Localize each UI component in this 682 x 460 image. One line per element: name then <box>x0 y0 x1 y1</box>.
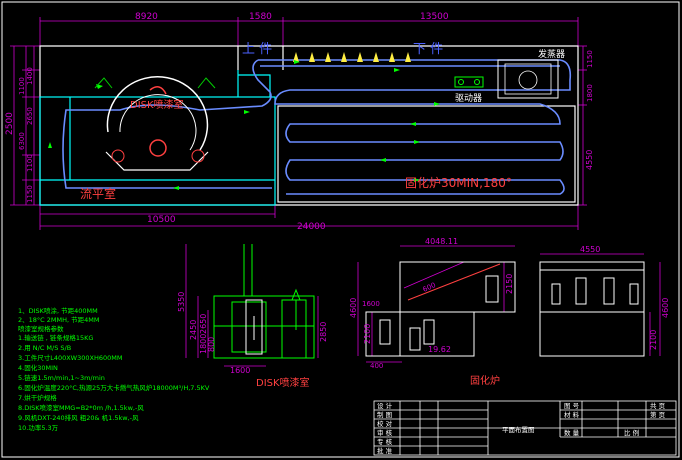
disk-booth: DISK喷漆室 <box>105 76 209 171</box>
note-7: 5.链速1.5m/min,1~3m/min <box>18 373 105 382</box>
dim-right-b: 1800 <box>586 84 594 102</box>
note-4: 2.用 N/C M/S S/B <box>18 344 71 352</box>
note-2: 喷漆室规格参数 <box>18 324 64 333</box>
tb-drawing-name: 平面布置图 <box>502 425 535 434</box>
dim-bottom-left: 10500 <box>147 215 176 225</box>
tb-right-0: 图 号 <box>564 402 580 410</box>
disk-dim-1: 2450 <box>189 320 198 340</box>
label-leveling-room: 流平室 <box>80 186 116 201</box>
oven-section: 4048.11 2150 4600 2100 1600 600 19.62 40… <box>349 237 516 387</box>
disk-dim-6: 2850 <box>319 322 328 342</box>
tb-right-1: 材 料 <box>564 410 580 419</box>
label-unloading: 下 件 <box>413 42 443 57</box>
tb-row-2: 校 对 <box>377 419 393 428</box>
tb-far-0: 共 页 <box>650 401 666 410</box>
oven-end-section: 4550 4600 2100 <box>539 245 670 357</box>
plan-view: 8920 1580 13500 10500 24000 2500 6300 14… <box>5 12 594 232</box>
title-block: 设 计 制 图 校 对 审 核 专 核 批 准 平面布置图 图 号 材 料 数 … <box>373 400 677 456</box>
note-8: 6.固化炉温度220°C,热源25万大卡燃气热风炉18000M³/H,7.5KV <box>18 383 210 392</box>
oven-dim-base: 400 <box>370 362 383 370</box>
note-6: 4.固化30MIN <box>18 363 58 372</box>
end-dim-width: 4550 <box>580 245 600 254</box>
tb-row-3: 审 核 <box>377 428 393 437</box>
tb-right-2: 数 量 <box>564 428 580 437</box>
dim-left-d: 1100 <box>26 154 34 172</box>
note-11: 9.风机DXT-240排风 粗20& 机1.5kw,-风 <box>18 413 139 422</box>
tb-far-2: 比 例 <box>624 428 639 437</box>
disk-dim-5: 1800 <box>199 334 208 354</box>
oven-section-title: 固化炉 <box>470 374 500 387</box>
cad-drawing: 8920 1580 13500 10500 24000 2500 6300 14… <box>1 1 680 458</box>
booth-walls <box>39 70 276 206</box>
note-3: 1.输送链 , 链条规格15KG <box>18 333 93 342</box>
dim-right-a: 1150 <box>586 50 594 68</box>
dim-left-f: 1100 <box>18 77 26 95</box>
note-10: 8.DISK喷漆室MMG=B2*0m /h,1.5kw,-风 <box>18 403 144 412</box>
dim-left-e: 1150 <box>26 185 34 203</box>
note-12: 10.功率5.3万 <box>18 423 59 432</box>
tb-far-1: 第 页 <box>650 410 666 419</box>
end-dim-h: 4600 <box>661 298 670 318</box>
label-disk-booth: DISK喷漆室 <box>130 98 184 111</box>
dim-top-mid: 1580 <box>249 12 272 22</box>
oven-dim-h-left: 4600 <box>349 298 358 318</box>
label-driver: 驱动器 <box>455 93 482 104</box>
dim-left-g: 2650 <box>26 107 34 125</box>
disk-section-title: DISK喷漆室 <box>256 376 310 389</box>
notes-block: 1、DISK喷涂, 节距400MM 2、18°C 2MMH, 节距4MM 喷漆室… <box>18 306 210 432</box>
disk-booth-section: 5350 2450 2650 800 1800 2850 1600 DISK喷漆… <box>177 244 328 389</box>
note-5: 3.工件尺寸L400XW300XH600MM <box>18 353 122 362</box>
dim-right-c: 4550 <box>585 150 594 170</box>
dim-bottom-total: 24000 <box>297 222 326 232</box>
label-oven: 固化炉30MIN,180° <box>405 176 512 190</box>
dim-left-c: 1400 <box>26 67 34 85</box>
tb-row-0: 设 计 <box>377 401 393 410</box>
disk-dim-2: 2650 <box>199 314 208 334</box>
disk-dim-4: 800 <box>207 337 216 352</box>
oven-dim-h-a: 1600 <box>362 300 380 308</box>
tb-row-1: 制 图 <box>377 410 392 419</box>
tb-row-5: 批 准 <box>377 446 393 455</box>
note-0: 1、DISK喷涂, 节距400MM <box>18 306 98 315</box>
oven-dim-h-b: 2100 <box>363 324 372 344</box>
dim-top-right: 13500 <box>420 12 449 22</box>
end-dim-h-b: 2100 <box>649 330 658 350</box>
label-loading: 上 件 <box>242 42 272 57</box>
disk-dim-7: 1600 <box>230 366 250 375</box>
dim-top-left: 8920 <box>135 12 158 22</box>
label-generator: 发蒸器 <box>538 48 565 60</box>
note-1: 2、18°C 2MMH, 节距4MM <box>18 316 100 324</box>
disk-dim-0: 5350 <box>177 292 186 312</box>
tb-row-4: 专 核 <box>377 437 393 446</box>
oven-dim-width: 4048.11 <box>425 237 458 246</box>
dim-left-b: 6300 <box>18 132 26 150</box>
note-9: 7.烘干炉规格 <box>18 393 57 402</box>
oven-dim-height: 2150 <box>505 274 514 294</box>
dim-left-a: 2500 <box>5 112 15 135</box>
oven-dim-angle: 19.62 <box>428 345 451 354</box>
